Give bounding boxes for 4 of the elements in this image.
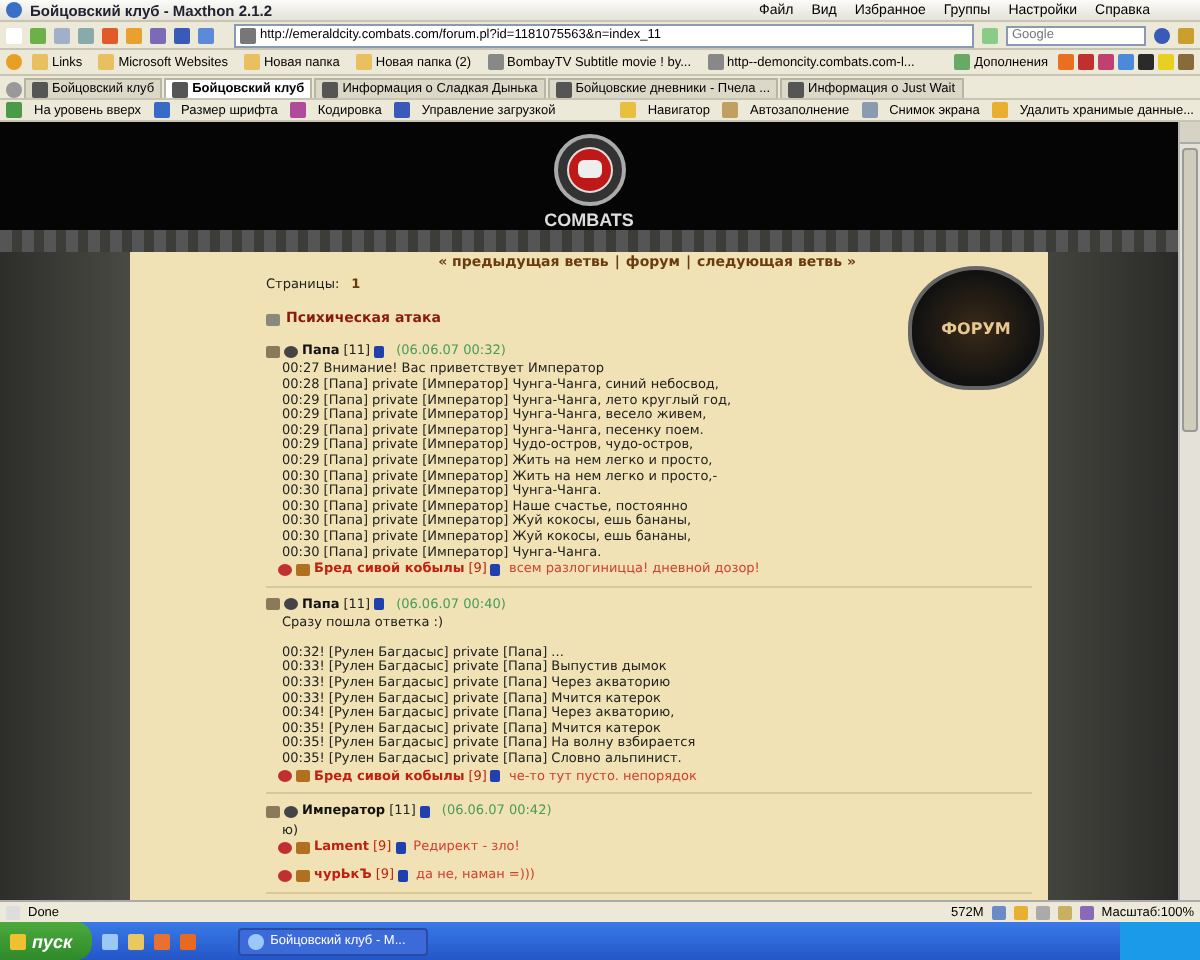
scrollbar[interactable]	[1178, 122, 1200, 900]
logo-text: COMBATS	[544, 210, 634, 230]
system-tray	[1120, 922, 1200, 960]
start-button[interactable]: пуск	[0, 922, 93, 960]
